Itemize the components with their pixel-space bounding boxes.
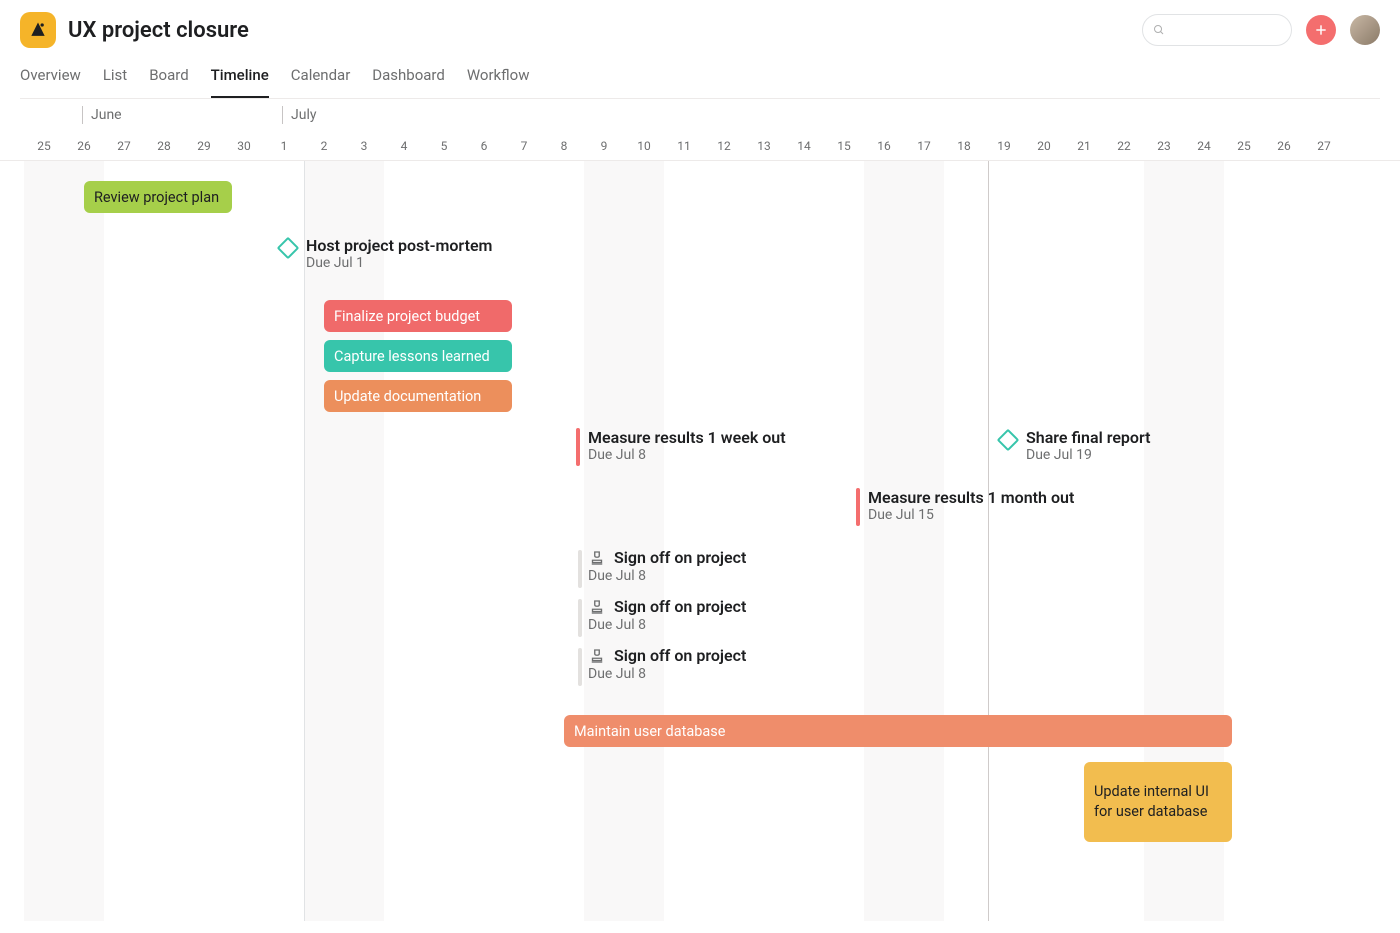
day-header: 8: [544, 133, 584, 160]
day-header: 26: [1264, 133, 1304, 160]
day-header: 17: [904, 133, 944, 160]
tab-workflow[interactable]: Workflow: [467, 60, 530, 98]
diamond-icon: [997, 429, 1020, 452]
day-header: 11: [664, 133, 704, 160]
flag-week_out[interactable]: Measure results 1 week outDue Jul 8: [576, 428, 786, 466]
day-header: 22: [1104, 133, 1144, 160]
project-title: UX project closure: [68, 18, 249, 43]
search-input[interactable]: [1171, 23, 1281, 38]
approval-task[interactable]: Sign off on projectDue Jul 8: [588, 646, 746, 682]
day-header: 16: [864, 133, 904, 160]
day-header: 25: [24, 133, 64, 160]
day-header: 20: [1024, 133, 1064, 160]
tab-overview[interactable]: Overview: [20, 60, 81, 98]
day-header: 6: [464, 133, 504, 160]
flag-month_out[interactable]: Measure results 1 month outDue Jul 15: [856, 488, 1074, 526]
approval-stamp-icon: [588, 549, 606, 567]
add-button[interactable]: [1306, 15, 1336, 45]
task-finalize_budget[interactable]: Finalize project budget: [324, 300, 512, 332]
day-header: 9: [584, 133, 624, 160]
tab-list[interactable]: List: [103, 60, 127, 98]
day-header: 21: [1064, 133, 1104, 160]
day-header: 13: [744, 133, 784, 160]
approval-stamp-icon: [588, 647, 606, 665]
milestone-post_mortem[interactable]: Host project post-mortemDue Jul 1: [280, 236, 492, 271]
project-icon[interactable]: [20, 12, 56, 48]
day-header: 29: [184, 133, 224, 160]
day-header: 12: [704, 133, 744, 160]
day-header: 10: [624, 133, 664, 160]
day-header: 14: [784, 133, 824, 160]
day-header: 3: [344, 133, 384, 160]
gantt-body[interactable]: Review project plan Finalize project budg…: [0, 161, 1400, 921]
day-header: 19: [984, 133, 1024, 160]
day-header: 1: [264, 133, 304, 160]
task-update_docs[interactable]: Update documentation: [324, 380, 512, 412]
day-header: 15: [824, 133, 864, 160]
day-header: 28: [144, 133, 184, 160]
day-header: 26: [64, 133, 104, 160]
day-header: 4: [384, 133, 424, 160]
task-update_ui[interactable]: Update internal UI for user database: [1084, 762, 1232, 842]
task-maintain_db[interactable]: Maintain user database: [564, 715, 1232, 747]
month-row: June July: [0, 99, 1400, 133]
search-box[interactable]: [1142, 14, 1292, 46]
plus-icon: [1314, 23, 1328, 37]
day-header: 5: [424, 133, 464, 160]
approval-stamp-icon: [588, 598, 606, 616]
flag-marker: [576, 428, 580, 466]
month-label: June: [82, 106, 122, 124]
user-avatar[interactable]: [1350, 15, 1380, 45]
approval-task[interactable]: Sign off on projectDue Jul 8: [588, 597, 746, 633]
day-header: 25: [1224, 133, 1264, 160]
day-header-row: 2526272829301234567891011121314151617181…: [0, 133, 1400, 161]
day-header: 30: [224, 133, 264, 160]
tab-dashboard[interactable]: Dashboard: [372, 60, 445, 98]
day-header: 2: [304, 133, 344, 160]
day-header: 24: [1184, 133, 1224, 160]
day-header: 18: [944, 133, 984, 160]
task-lessons[interactable]: Capture lessons learned: [324, 340, 512, 372]
view-tabs: Overview List Board Timeline Calendar Dashboa…: [20, 60, 1380, 99]
day-header: 7: [504, 133, 544, 160]
tab-calendar[interactable]: Calendar: [291, 60, 351, 98]
timeline-view: JuneJuly 2526272829301234567891011121314…: [0, 99, 1400, 919]
tab-board[interactable]: Board: [149, 60, 188, 98]
day-header: 23: [1144, 133, 1184, 160]
milestone-final_report[interactable]: Share final reportDue Jul 19: [1000, 428, 1151, 463]
search-icon: [1153, 23, 1165, 37]
task-review_plan[interactable]: Review project plan: [84, 181, 232, 213]
flag-marker: [856, 488, 860, 526]
tab-timeline[interactable]: Timeline: [211, 60, 269, 98]
approval-task[interactable]: Sign off on projectDue Jul 8: [588, 548, 746, 584]
day-header: 27: [1304, 133, 1344, 160]
day-header: 27: [104, 133, 144, 160]
month-label: July: [282, 106, 316, 124]
diamond-icon: [277, 237, 300, 260]
